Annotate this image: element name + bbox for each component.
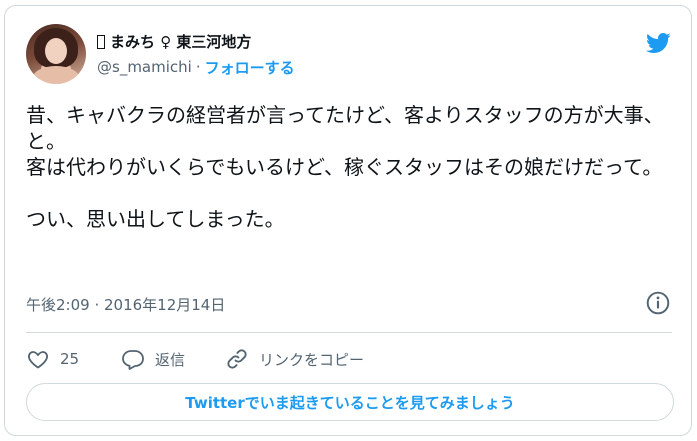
divider [26, 332, 672, 333]
handle-row: @s_mamichi · フォローする [97, 56, 295, 78]
like-button[interactable]: 25 [26, 347, 121, 371]
display-name[interactable]: まみち ♀ 東三河地方 [110, 31, 251, 52]
embedded-tweet-card: まみち ♀ 東三河地方 @s_mamichi · フォローする 昔、キャバクラの… [4, 5, 692, 436]
name-row[interactable]: まみち ♀ 東三河地方 [97, 30, 295, 52]
separator-dot: · [195, 58, 201, 76]
avatar-face [45, 38, 67, 64]
copy-link-label: リンクをコピー [259, 350, 365, 369]
info-icon[interactable] [645, 290, 671, 316]
avatar-shoulders [32, 66, 80, 84]
user-info: まみち ♀ 東三河地方 @s_mamichi · フォローする [97, 30, 295, 78]
twitter-bird-icon[interactable] [643, 30, 673, 56]
reply-label: 返信 [155, 350, 186, 369]
avatar[interactable] [26, 24, 86, 84]
missing-glyph-icon [97, 34, 105, 49]
explore-twitter-button[interactable]: Twitterでいま起きていることを見てみましょう [26, 383, 674, 421]
like-count: 25 [60, 350, 80, 368]
reply-button[interactable]: 返信 [121, 347, 225, 371]
user-handle[interactable]: @s_mamichi [97, 58, 192, 76]
heart-icon [28, 351, 48, 369]
explore-twitter-label: Twitterでいま起きていることを見てみましょう [185, 393, 515, 412]
tweet-text: 昔、キャバクラの経営者が言ってたけど、客よりスタッフの方が大事、と。 客は代わり… [26, 103, 664, 231]
follow-link[interactable]: フォローする [205, 57, 295, 78]
copy-link-button[interactable]: リンクをコピー [225, 347, 364, 371]
link-icon [227, 349, 247, 369]
reply-bubble-icon [122, 350, 144, 370]
action-bar: 25 返信 リンクをコピー [26, 344, 364, 374]
tweet-timestamp[interactable]: 午後2:09 · 2016年12月14日 [26, 294, 225, 315]
